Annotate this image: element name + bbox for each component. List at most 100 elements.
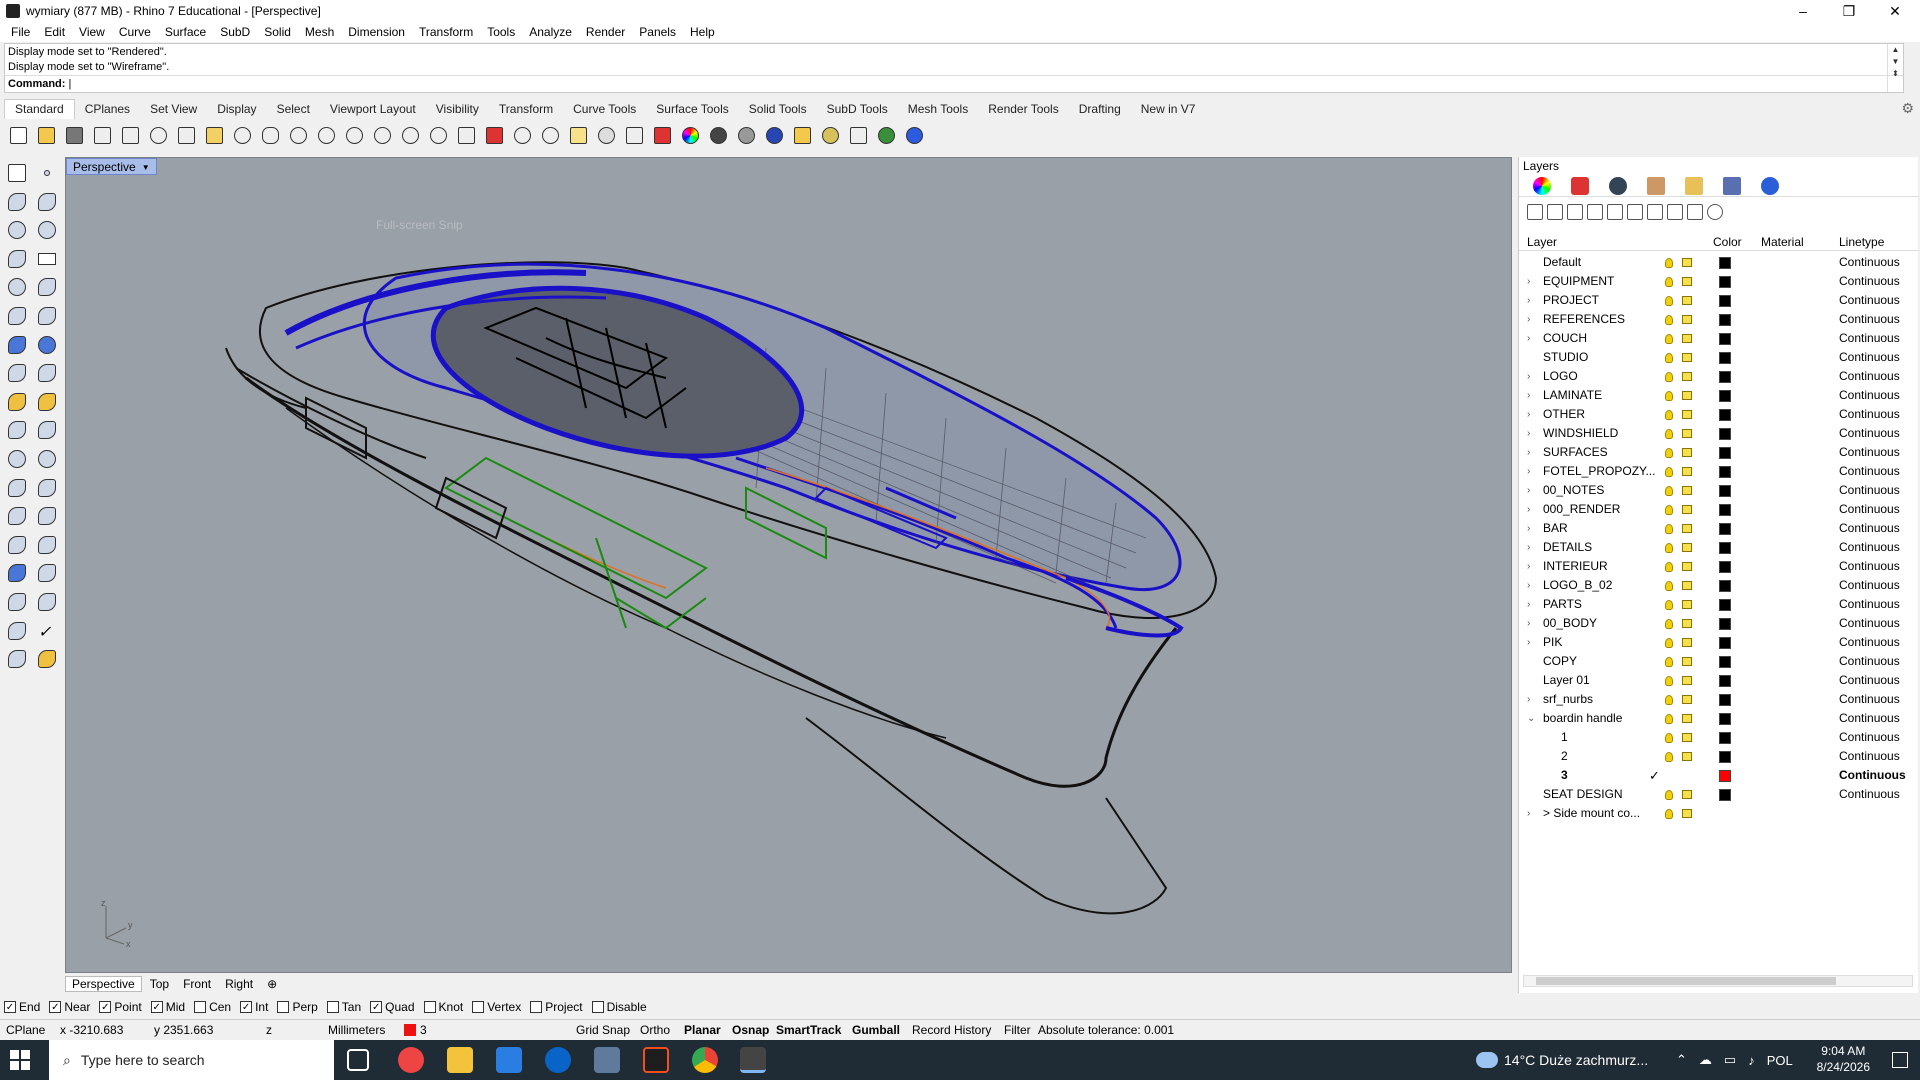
layer-name[interactable]: INTERIEUR — [1543, 557, 1668, 576]
layer-name[interactable]: EQUIPMENT — [1543, 272, 1668, 291]
trim-icon[interactable] — [4, 417, 30, 443]
layer-linetype[interactable]: Continuous — [1839, 481, 1900, 500]
tab-drafting[interactable]: Drafting — [1069, 100, 1131, 119]
move-down-icon[interactable] — [1607, 204, 1623, 220]
notifications-bell-icon[interactable] — [1761, 176, 1779, 195]
visibility-bulb-icon[interactable] — [1665, 809, 1673, 819]
command-scrollbar[interactable]: ▲ ▼ ⬍ — [1887, 44, 1903, 92]
layer-color-swatch[interactable] — [1719, 561, 1731, 573]
column-linetype[interactable]: Linetype — [1839, 235, 1884, 249]
tab-visibility[interactable]: Visibility — [426, 100, 489, 119]
visibility-bulb-icon[interactable] — [1665, 600, 1673, 610]
osnap-checkbox[interactable] — [472, 1001, 485, 1013]
visibility-bulb-icon[interactable] — [1665, 562, 1673, 572]
osnap-mid[interactable]: ✓ Mid — [150, 1000, 185, 1014]
menu-solid[interactable]: Solid — [257, 25, 298, 39]
layer-linetype[interactable]: Continuous — [1839, 652, 1900, 671]
layer-color-swatch[interactable] — [1719, 751, 1731, 763]
layer-color-swatch[interactable] — [1719, 637, 1731, 649]
tab-display[interactable]: Display — [207, 100, 266, 119]
layer-linetype[interactable]: Continuous — [1839, 633, 1900, 652]
layer-row[interactable]: › LOGO_B_02 Continuous — [1519, 576, 1919, 595]
task-view-icon[interactable] — [347, 1049, 369, 1071]
layer-color-swatch[interactable] — [1719, 770, 1731, 782]
layer-linetype[interactable]: Continuous — [1839, 766, 1906, 785]
visibility-bulb-icon[interactable] — [1665, 543, 1673, 553]
measure-icon[interactable] — [34, 560, 60, 586]
layer-row[interactable]: › WINDSHIELD Continuous — [1519, 424, 1919, 443]
layer-linetype[interactable]: Continuous — [1839, 462, 1900, 481]
ellipse-icon[interactable] — [34, 217, 60, 243]
layer-row[interactable]: Default Continuous — [1519, 253, 1919, 272]
menu-analyze[interactable]: Analyze — [522, 25, 579, 39]
globe-icon[interactable] — [874, 123, 898, 147]
visibility-bulb-icon[interactable] — [1665, 486, 1673, 496]
osnap-point[interactable]: ✓ Point — [99, 1000, 142, 1014]
polyline-icon[interactable] — [4, 189, 30, 215]
paste-icon[interactable] — [202, 123, 226, 147]
new-file-icon[interactable] — [6, 123, 30, 147]
layer-row[interactable]: › BAR Continuous — [1519, 519, 1919, 538]
layer-color-swatch[interactable] — [1719, 428, 1731, 440]
layer-name[interactable]: DETAILS — [1543, 538, 1668, 557]
box-icon[interactable] — [4, 332, 30, 358]
menu-mesh[interactable]: Mesh — [298, 25, 341, 39]
visibility-bulb-icon[interactable] — [1665, 714, 1673, 724]
join-icon[interactable] — [4, 446, 30, 472]
visibility-bulb-icon[interactable] — [1665, 581, 1673, 591]
restore-button[interactable]: ❐ — [1826, 0, 1872, 22]
network-icon[interactable]: ▭ — [1724, 1052, 1736, 1068]
object-snap-icon[interactable] — [566, 123, 590, 147]
lock-icon[interactable] — [1682, 600, 1692, 609]
tab-select[interactable]: Select — [267, 100, 320, 119]
lock-icon[interactable] — [1682, 372, 1692, 381]
layer-color-swatch[interactable] — [1719, 352, 1731, 364]
units[interactable]: Millimeters — [328, 1023, 385, 1037]
layer-color-swatch[interactable] — [1719, 257, 1731, 269]
lock-icon[interactable] — [1682, 790, 1692, 799]
sweep-icon[interactable] — [34, 360, 60, 386]
expand-chevron-icon[interactable]: › — [1527, 804, 1530, 823]
lock-icon[interactable] — [1682, 524, 1692, 533]
expand-chevron-icon[interactable]: › — [1527, 405, 1530, 424]
current-layer[interactable]: 3 — [420, 1023, 427, 1037]
menu-file[interactable]: File — [4, 25, 37, 39]
layer-linetype[interactable]: Continuous — [1839, 690, 1900, 709]
layer-linetype[interactable]: Continuous — [1839, 728, 1900, 747]
layer-name[interactable]: 00_BODY — [1543, 614, 1668, 633]
layer-name[interactable]: 000_RENDER — [1543, 500, 1668, 519]
layer-linetype[interactable]: Continuous — [1839, 785, 1900, 804]
lock-icon[interactable] — [1682, 410, 1692, 419]
grid-snap-toggle[interactable]: Grid Snap — [576, 1023, 630, 1037]
layer-linetype[interactable]: Continuous — [1839, 310, 1900, 329]
filter-toggle[interactable]: Filter — [1004, 1023, 1031, 1037]
tab-surface-tools[interactable]: Surface Tools — [646, 100, 739, 119]
render-tools-icon[interactable] — [4, 646, 30, 672]
command-input[interactable]: Command: | — [5, 75, 1903, 92]
layer-row[interactable]: › > Side mount co... — [1519, 804, 1919, 823]
tab-front[interactable]: Front — [177, 977, 217, 991]
gear-icon[interactable]: ⚙ — [1901, 100, 1914, 117]
mirror-icon[interactable] — [34, 532, 60, 558]
layer-linetype[interactable]: Continuous — [1839, 253, 1900, 272]
planar-toggle[interactable]: Planar — [684, 1023, 721, 1037]
tab-mesh-tools[interactable]: Mesh Tools — [898, 100, 978, 119]
arc-icon[interactable] — [4, 274, 30, 300]
osnap-cen[interactable]: Cen — [194, 1000, 231, 1014]
properties-tab-icon[interactable] — [1533, 176, 1551, 195]
rhino-taskbar-icon[interactable] — [740, 1047, 766, 1073]
layer-row[interactable]: 1 Continuous — [1519, 728, 1919, 747]
store-icon[interactable] — [496, 1047, 522, 1073]
layer-row[interactable]: › SURFACES Continuous — [1519, 443, 1919, 462]
layer-row[interactable]: › 00_NOTES Continuous — [1519, 481, 1919, 500]
select-filter-icon[interactable] — [790, 123, 814, 147]
lock-icon[interactable] — [1682, 562, 1692, 571]
lock-icon[interactable] — [1682, 619, 1692, 628]
layer-row[interactable]: › PARTS Continuous — [1519, 595, 1919, 614]
visibility-bulb-icon[interactable] — [1665, 638, 1673, 648]
car-icon[interactable] — [482, 123, 506, 147]
dimension-tool-icon[interactable] — [34, 503, 60, 529]
osnap-knot[interactable]: Knot — [423, 1000, 463, 1014]
named-views-tab-icon[interactable] — [1723, 176, 1741, 195]
new-sublayer-icon[interactable] — [1547, 204, 1563, 220]
